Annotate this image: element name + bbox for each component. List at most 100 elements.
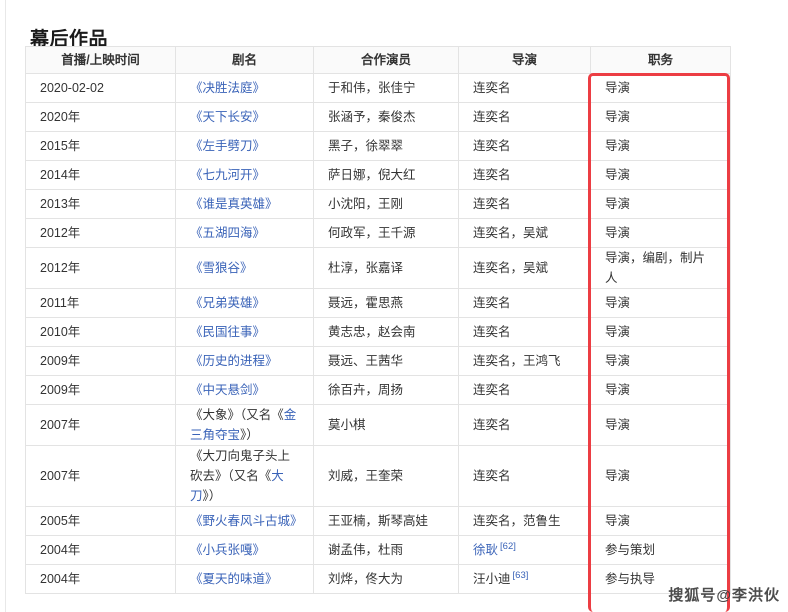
- title-link[interactable]: 《历史的进程》: [190, 354, 278, 368]
- cell-role: 导演: [590, 160, 731, 190]
- title-link[interactable]: 《决胜法庭》: [190, 81, 265, 95]
- table-row: 2013年 《谁是真英雄》 小沈阳，王刚 连奕名 导演: [25, 189, 731, 219]
- cell-date: 2007年: [25, 404, 176, 446]
- cell-date: 2004年: [25, 564, 176, 594]
- director-text: 连奕名，范鲁生: [473, 514, 561, 528]
- cell-title: 《大刀向鬼子头上砍去》（又名《大刀》）: [175, 445, 314, 507]
- cell-date: 2009年: [25, 375, 176, 405]
- cell-title: 《七九河开》: [175, 160, 314, 190]
- director-text: 连奕名: [473, 325, 511, 339]
- cell-title: 《历史的进程》: [175, 346, 314, 376]
- table-row: 2007年 《大象》（又名《金三角夺宝》） 莫小棋 连奕名 导演: [25, 404, 731, 446]
- director-link[interactable]: 徐耿: [473, 543, 498, 557]
- cell-date: 2013年: [25, 189, 176, 219]
- cell-title: 《左手劈刀》: [175, 131, 314, 161]
- cell-title: 《民国往事》: [175, 317, 314, 347]
- watermark: 搜狐号@李洪伙: [668, 587, 780, 604]
- cell-director: 连奕名: [458, 375, 591, 405]
- reference-marker[interactable]: [63]: [513, 570, 529, 581]
- table-row: 2004年 《夏天的味道》 刘烨，佟大为 汪小迪 [63] 参与执导: [25, 564, 731, 594]
- cell-cast: 聂远、王茜华: [313, 346, 459, 376]
- title-link[interactable]: 《中天悬剑》: [190, 383, 265, 397]
- cell-director: 连奕名: [458, 102, 591, 132]
- cell-date: 2005年: [25, 506, 176, 536]
- column-header-director: 导演: [458, 46, 591, 74]
- title-link[interactable]: 《五湖四海》: [190, 226, 265, 240]
- cell-cast: 小沈阳，王刚: [313, 189, 459, 219]
- title-link[interactable]: 《雪狼谷》: [190, 261, 253, 275]
- title-link[interactable]: 《兄弟英雄》: [190, 296, 265, 310]
- cell-cast: 杜淳，张嘉译: [313, 247, 459, 289]
- title-text: 》）: [202, 489, 222, 503]
- cell-cast: 刘威，王奎荣: [313, 445, 459, 507]
- article-page: 幕后作品 首播/上映时间 剧名 合作演员 导演 职务 2020-02-02 《决胜…: [0, 0, 788, 612]
- cell-cast: 刘烨，佟大为: [313, 564, 459, 594]
- column-header-title: 剧名: [175, 46, 314, 74]
- table-row: 2012年 《五湖四海》 何政军，王千源 连奕名，吴斌 导演: [25, 218, 731, 248]
- director-text: 连奕名: [473, 469, 511, 483]
- cell-cast: 王亚楠，斯琴高娃: [313, 506, 459, 536]
- cell-director: 徐耿 [62]: [458, 535, 591, 565]
- cell-director: 连奕名，范鲁生: [458, 506, 591, 536]
- title-link[interactable]: 《小兵张嘎》: [190, 543, 265, 557]
- director-text: 连奕名: [473, 418, 511, 432]
- table-row: 2014年 《七九河开》 萨日娜，倪大红 连奕名 导演: [25, 160, 731, 190]
- cell-date: 2004年: [25, 535, 176, 565]
- director-text: 连奕名: [473, 110, 511, 124]
- title-link[interactable]: 《天下长安》: [190, 110, 265, 124]
- cell-date: 2020-02-02: [25, 73, 176, 103]
- title-link[interactable]: 《谁是真英雄》: [190, 197, 278, 211]
- cell-role: 导演: [590, 317, 731, 347]
- table-row: 2020年 《天下长安》 张涵予，秦俊杰 连奕名 导演: [25, 102, 731, 132]
- title-link[interactable]: 《野火春风斗古城》: [190, 514, 303, 528]
- cell-title: 《野火春风斗古城》: [175, 506, 314, 536]
- title-link[interactable]: 《民国往事》: [190, 325, 265, 339]
- cell-role: 导演: [590, 102, 731, 132]
- title-link[interactable]: 《夏天的味道》: [190, 572, 278, 586]
- cell-role: 导演: [590, 404, 731, 446]
- title-link[interactable]: 《七九河开》: [190, 168, 265, 182]
- cell-title: 《决胜法庭》: [175, 73, 314, 103]
- cell-cast: 于和伟，张佳宁: [313, 73, 459, 103]
- cell-title: 《谁是真英雄》: [175, 189, 314, 219]
- cell-role: 导演: [590, 218, 731, 248]
- director-text: 连奕名，吴斌: [473, 261, 549, 275]
- director-text: 连奕名: [473, 81, 511, 95]
- table-body: 2020-02-02 《决胜法庭》 于和伟，张佳宁 连奕名 导演 2020年 《天下长安》张…: [25, 73, 731, 594]
- cell-date: 2011年: [25, 288, 176, 318]
- cell-date: 2020年: [25, 102, 176, 132]
- cell-role: 导演，编剧，制片人: [590, 247, 731, 289]
- table-row: 2007年 《大刀向鬼子头上砍去》（又名《大刀》） 刘威，王奎荣 连奕名 导演: [25, 445, 731, 507]
- cell-cast: 黑子，徐翠翠: [313, 131, 459, 161]
- cell-cast: 谢孟伟，杜雨: [313, 535, 459, 565]
- cell-cast: 黄志忠，赵会南: [313, 317, 459, 347]
- cell-title: 《夏天的味道》: [175, 564, 314, 594]
- cell-cast: 徐百卉，周扬: [313, 375, 459, 405]
- cell-cast: 聂远，霍思燕: [313, 288, 459, 318]
- table-row: 2009年 《历史的进程》 聂远、王茜华 连奕名，王鸿飞 导演: [25, 346, 731, 376]
- cell-date: 2007年: [25, 445, 176, 507]
- title-link[interactable]: 《左手劈刀》: [190, 139, 265, 153]
- director-text: 连奕名: [473, 168, 511, 182]
- column-header-date: 首播/上映时间: [25, 46, 176, 74]
- cell-cast: 莫小棋: [313, 404, 459, 446]
- credits-table-container: 首播/上映时间 剧名 合作演员 导演 职务 2020-02-02 《决胜法庭》 于和…: [25, 46, 731, 594]
- cell-title: 《五湖四海》: [175, 218, 314, 248]
- table-row: 2012年 《雪狼谷》 杜淳，张嘉译 连奕名，吴斌 导演，编剧，制片人: [25, 247, 731, 289]
- cell-cast: 张涵予，秦俊杰: [313, 102, 459, 132]
- cell-role: 参与策划: [590, 535, 731, 565]
- cell-role: 导演: [590, 375, 731, 405]
- cell-title: 《雪狼谷》: [175, 247, 314, 289]
- cell-cast: 何政军，王千源: [313, 218, 459, 248]
- director-text: 连奕名: [473, 139, 511, 153]
- director-text: 汪小迪: [473, 572, 511, 586]
- table-head: 首播/上映时间 剧名 合作演员 导演 职务: [25, 46, 731, 74]
- cell-role: 导演: [590, 131, 731, 161]
- reference-marker[interactable]: [62]: [500, 541, 516, 552]
- cell-director: 连奕名: [458, 288, 591, 318]
- cell-director: 连奕名: [458, 189, 591, 219]
- cell-date: 2015年: [25, 131, 176, 161]
- table-row: 2010年 《民国往事》 黄志忠，赵会南 连奕名 导演: [25, 317, 731, 347]
- column-header-cast: 合作演员: [313, 46, 459, 74]
- cell-director: 连奕名，吴斌: [458, 218, 591, 248]
